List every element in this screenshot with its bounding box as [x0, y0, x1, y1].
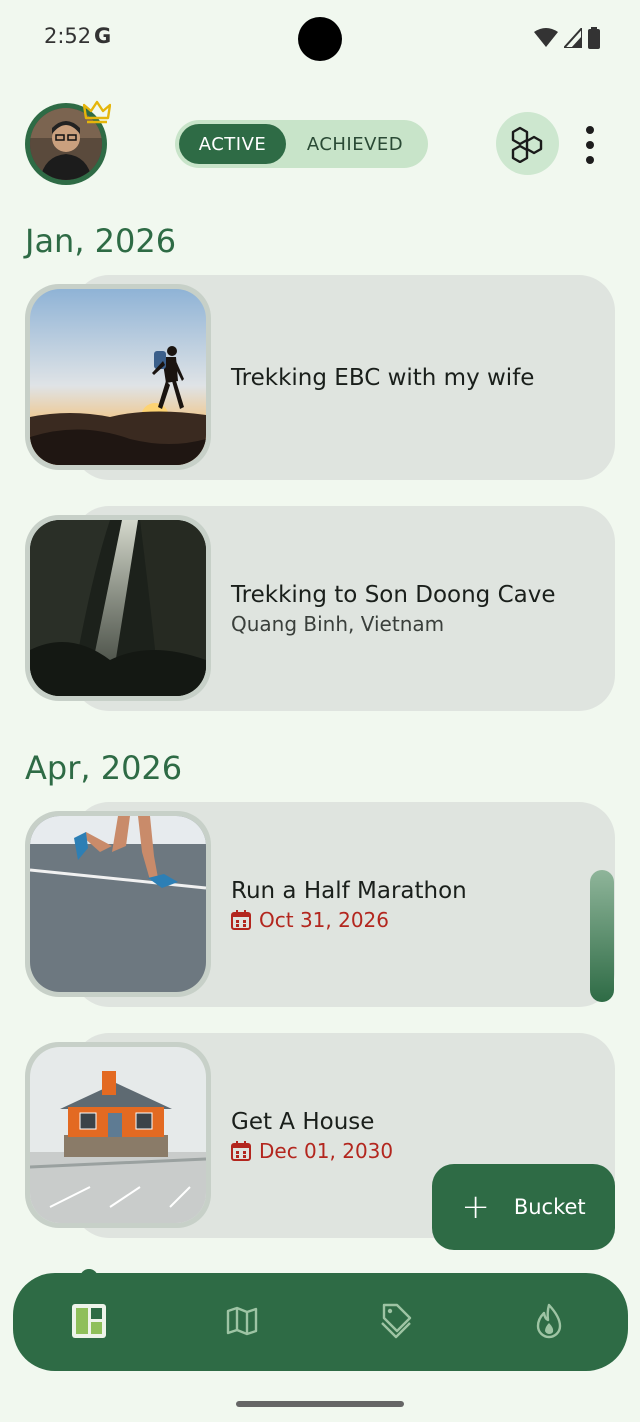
battery-icon: [588, 27, 600, 49]
calendar-icon: [231, 1140, 251, 1161]
nav-item-dashboard[interactable]: [69, 1300, 109, 1342]
card-title: Get A House: [231, 1108, 375, 1135]
plus-icon: +: [461, 1187, 490, 1227]
card-date-text: Oct 31, 2026: [259, 907, 389, 932]
calendar-icon: [231, 909, 251, 930]
crown-icon: [83, 100, 111, 124]
card-thumbnail: [25, 515, 211, 701]
hexagons-icon: [511, 126, 542, 163]
fab-label: Bucket: [513, 1195, 586, 1219]
wifi-icon: [534, 28, 558, 47]
hexagons-button[interactable]: [496, 112, 559, 175]
home-indicator[interactable]: [236, 1401, 404, 1407]
status-time: 2:52: [44, 24, 92, 48]
house-image: [30, 1047, 206, 1223]
card-thumbnail: [25, 1042, 211, 1228]
card-thumbnail: [25, 284, 211, 470]
status-bar: 2:52 G: [0, 0, 640, 80]
more-dot-icon: [586, 126, 594, 134]
cave-image: [30, 520, 206, 696]
section-title: Apr, 2026: [25, 749, 183, 787]
google-icon: G: [94, 24, 112, 48]
hiker-sunset-image: [30, 289, 206, 465]
bucket-card[interactable]: Run a Half Marathon Oct 31, 2026: [25, 802, 615, 1007]
toggle-achieved-button[interactable]: ACHIEVED: [286, 124, 424, 164]
card-thumbnail: [25, 811, 211, 997]
add-bucket-button[interactable]: + Bucket: [432, 1164, 615, 1250]
card-location: Quang Binh, Vietnam: [231, 611, 445, 636]
card-title: Trekking to Son Doong Cave: [231, 581, 556, 608]
card-date: Dec 01, 2030: [231, 1139, 595, 1163]
runner-image: [30, 816, 206, 992]
bucket-card[interactable]: Trekking to Son Doong Cave Quang Binh, V…: [25, 506, 615, 711]
nav-item-map[interactable]: [222, 1300, 262, 1342]
card-date: Oct 31, 2026: [231, 908, 595, 932]
system-icons: [534, 26, 600, 50]
status-toggle[interactable]: ACTIVE ACHIEVED: [175, 120, 428, 168]
signal-icon: [564, 28, 582, 48]
card-title: Trekking EBC with my wife: [231, 364, 535, 391]
card-title: Run a Half Marathon: [231, 877, 467, 904]
dashboard-icon: [72, 1304, 106, 1338]
more-options-button[interactable]: [574, 122, 606, 168]
flame-icon: [536, 1303, 562, 1339]
section-title: Jan, 2026: [25, 222, 177, 260]
card-text: Trekking to Son Doong Cave Quang Binh, V…: [231, 506, 595, 711]
nav-item-streak[interactable]: [529, 1300, 569, 1342]
tag-icon: [381, 1303, 412, 1339]
map-icon: [226, 1306, 258, 1336]
card-text: Run a Half Marathon Oct 31, 2026: [231, 802, 595, 1007]
card-date-text: Dec 01, 2030: [259, 1138, 394, 1163]
bucket-card[interactable]: Trekking EBC with my wife: [25, 275, 615, 480]
more-dot-icon: [586, 156, 594, 164]
card-text: Trekking EBC with my wife: [231, 275, 595, 480]
scrollbar[interactable]: [590, 870, 614, 1002]
camera-cutout: [298, 17, 342, 61]
nav-item-tags[interactable]: [376, 1300, 416, 1342]
toggle-active-button[interactable]: ACTIVE: [179, 124, 286, 164]
more-dot-icon: [586, 141, 594, 149]
